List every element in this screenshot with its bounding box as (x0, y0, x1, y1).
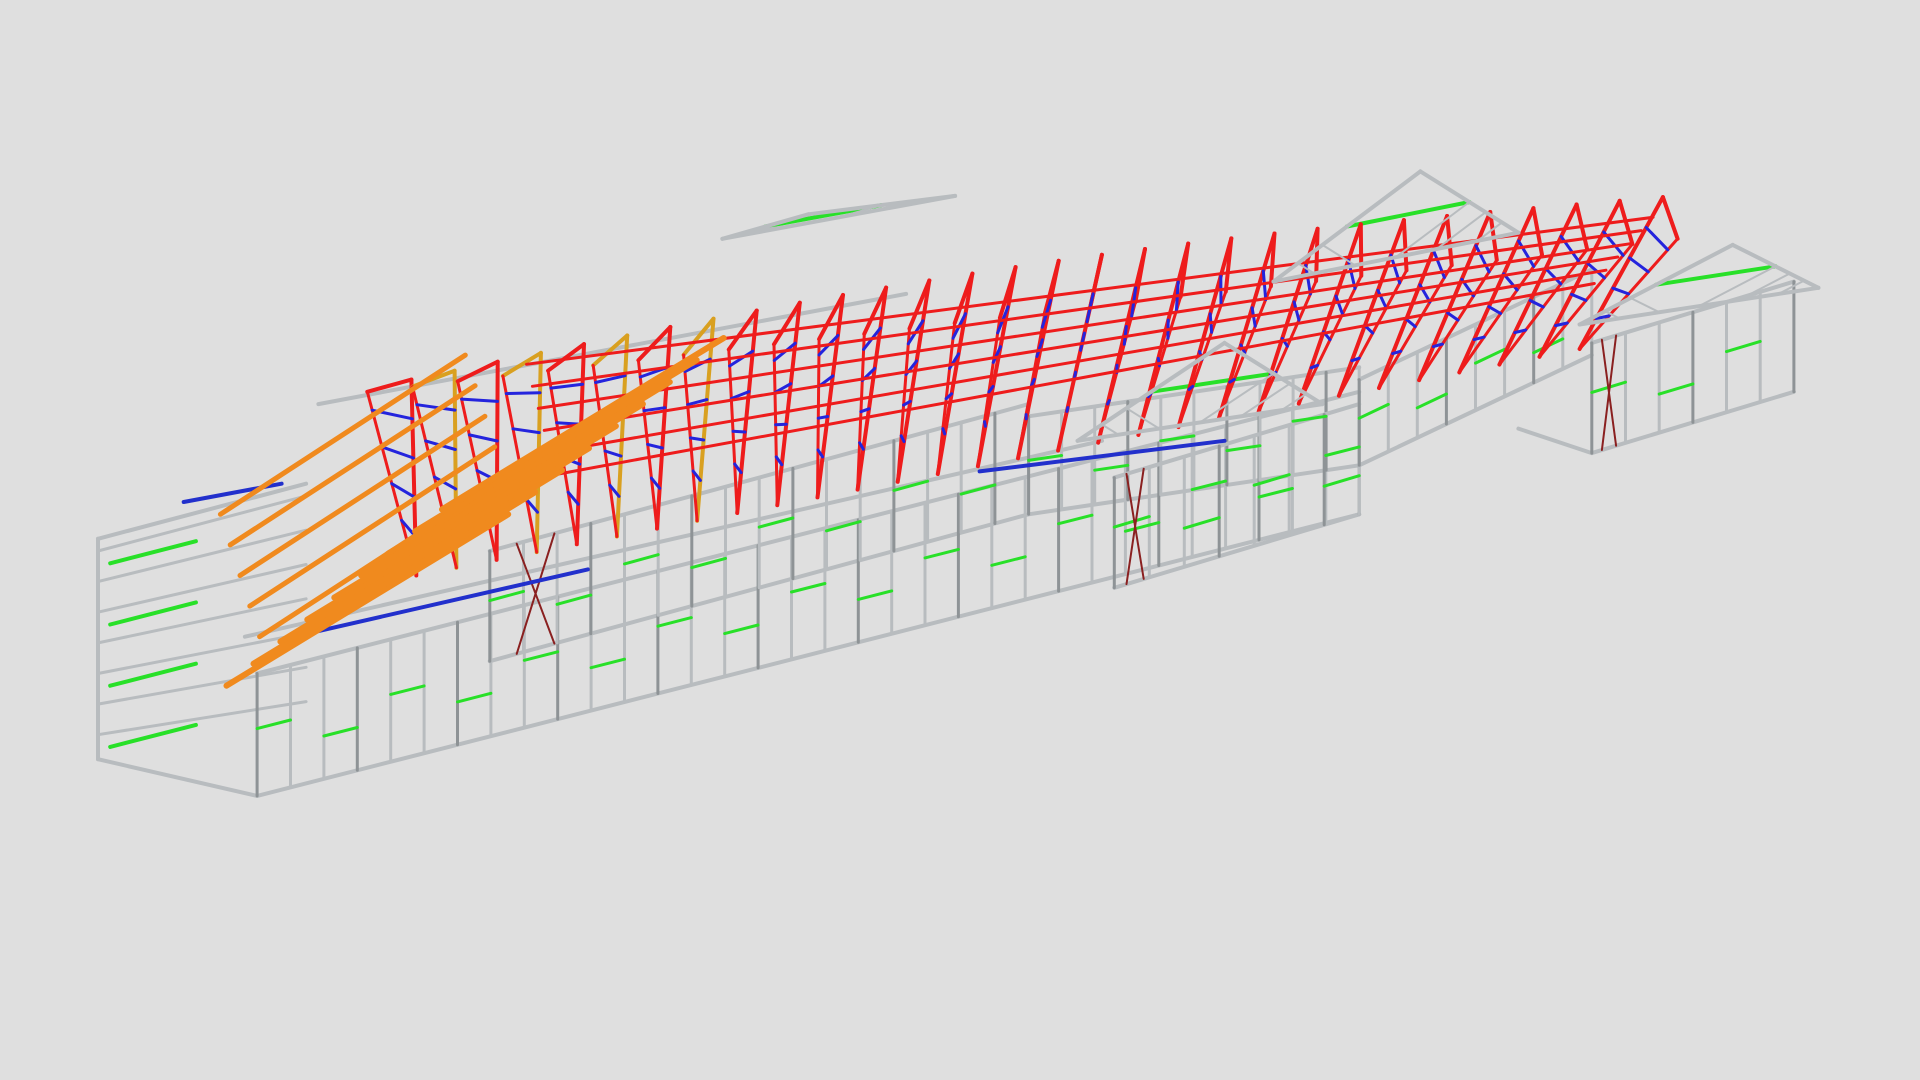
floor-joist (96, 528, 308, 584)
truss-web (688, 436, 706, 442)
noggin (790, 582, 827, 594)
noggin (589, 657, 626, 670)
truss-web (1065, 406, 1070, 413)
floor-joist (96, 700, 308, 737)
noggin (959, 483, 997, 496)
truss-web (1611, 286, 1631, 296)
truss-web (1292, 300, 1301, 322)
truss-top-chord (614, 333, 630, 539)
truss-web (816, 415, 830, 420)
truss-top-chord (1223, 236, 1234, 294)
truss-web (380, 445, 415, 460)
noggin (322, 726, 359, 738)
truss-web (504, 391, 542, 396)
truss-web (1334, 294, 1344, 316)
truss-web (1644, 226, 1670, 252)
truss-top-chord (895, 278, 932, 484)
noggin (456, 691, 493, 704)
floor-track (96, 481, 309, 541)
roof-batten (536, 242, 1632, 410)
floor-track (1516, 426, 1594, 456)
gable-stud (1101, 423, 1120, 436)
floor-track (242, 438, 1104, 639)
truss-web (603, 449, 623, 458)
truss-web (941, 427, 947, 436)
floor-joist (96, 494, 308, 553)
noggin (1657, 382, 1695, 396)
truss-web (1079, 331, 1086, 352)
wall-braces (515, 334, 1618, 655)
truss-web (731, 429, 747, 434)
noggin (1123, 521, 1161, 533)
truss-web (1376, 288, 1388, 310)
noggin (1257, 487, 1294, 499)
truss-web (1404, 317, 1417, 329)
steel-frame-model[interactable] (0, 0, 1920, 1080)
noggin (1182, 516, 1221, 530)
truss-top-chord (1043, 258, 1061, 315)
truss-web (549, 382, 585, 390)
floor-joist (96, 665, 308, 706)
gable-stud (1629, 297, 1661, 314)
noggin (1322, 474, 1361, 488)
truss-web (1446, 311, 1460, 322)
noggin (488, 589, 525, 603)
truss-top-chord (494, 359, 500, 562)
truss-web (1106, 399, 1111, 406)
floor-outline (96, 291, 1796, 798)
truss-top-chord (1660, 195, 1680, 241)
noggin (1057, 513, 1094, 526)
noggin (1324, 445, 1361, 457)
noggin (255, 718, 292, 731)
orange-rafters (217, 335, 727, 689)
noggin (656, 616, 693, 628)
truss-web (774, 422, 788, 427)
truss-web (1570, 292, 1588, 302)
noggin (389, 684, 426, 696)
noggin (1415, 392, 1448, 410)
truss-top-chord (655, 325, 673, 531)
noggin (723, 623, 760, 636)
floor-track (96, 757, 260, 798)
truss-web (1528, 299, 1545, 309)
truss-top-chord (935, 271, 975, 476)
noggin (623, 553, 660, 566)
truss-web (1628, 256, 1650, 274)
noggin (1357, 402, 1390, 420)
noggin (1725, 339, 1762, 354)
noggin (923, 547, 960, 560)
wall-frames (255, 267, 1796, 798)
truss-web (983, 420, 987, 428)
noggin (108, 661, 198, 688)
noggin (1093, 463, 1130, 472)
truss-web (511, 427, 541, 435)
model-viewport[interactable] (0, 0, 1920, 1080)
noggin (856, 589, 894, 601)
noggin (990, 555, 1027, 567)
roof-batten (542, 255, 1620, 432)
truss-web (460, 397, 499, 403)
truss-web (467, 433, 499, 443)
noggin (108, 722, 198, 749)
noggin (522, 650, 560, 662)
roof-trusses (365, 195, 1680, 578)
truss-web (1261, 269, 1268, 302)
truss-top-chord (1358, 222, 1364, 278)
truss-web (1487, 305, 1503, 315)
truss-web (646, 442, 664, 450)
